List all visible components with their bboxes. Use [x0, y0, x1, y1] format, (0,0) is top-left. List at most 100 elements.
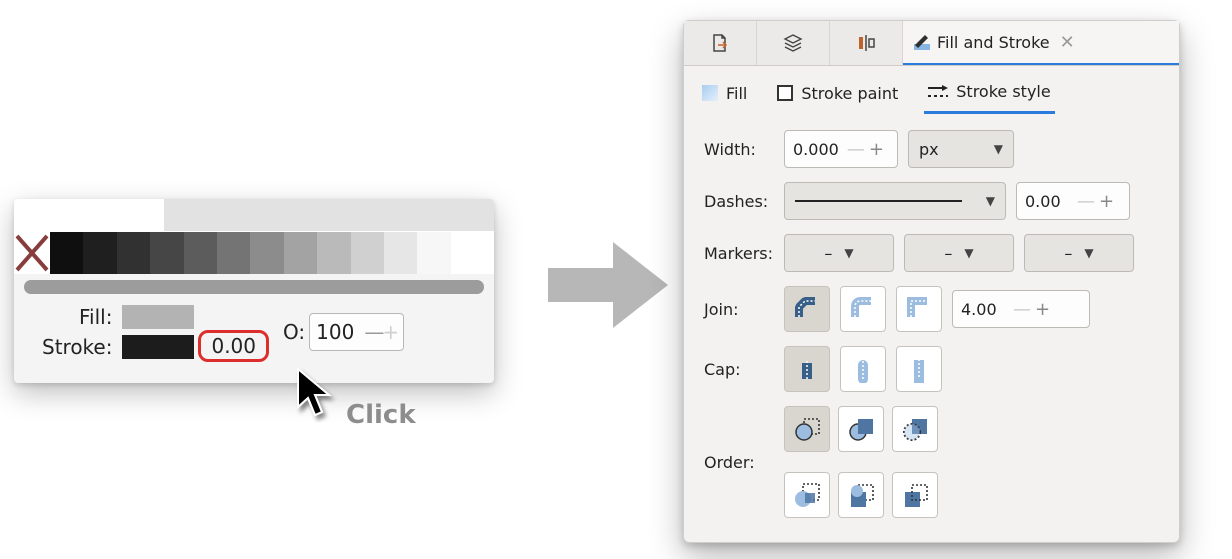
align-distribute-icon	[856, 33, 876, 53]
close-icon[interactable]: ✕	[1056, 32, 1075, 53]
miter-limit-stepper[interactable]: —+	[1013, 299, 1050, 320]
swatch[interactable]	[50, 232, 83, 274]
join-bevel-button[interactable]	[784, 286, 830, 332]
cap-butt-icon	[793, 355, 821, 383]
order-option-4[interactable]	[784, 472, 830, 518]
order-icon	[901, 415, 929, 443]
chevron-down-icon: ▼	[986, 194, 995, 208]
swatch[interactable]	[150, 232, 183, 274]
order-icon	[793, 415, 821, 443]
swatch[interactable]	[451, 232, 494, 274]
order-option-2[interactable]	[838, 406, 884, 452]
palette-top-strip	[14, 199, 494, 231]
dialog-toolbar: Fill and Stroke ✕	[684, 21, 1179, 66]
swatch[interactable]	[284, 232, 317, 274]
width-label: Width:	[704, 140, 784, 159]
dashes-label: Dashes:	[704, 192, 784, 211]
order-icon	[793, 481, 821, 509]
click-annotation: Click	[346, 400, 416, 430]
cap-label: Cap:	[704, 360, 784, 379]
swatch[interactable]	[184, 232, 217, 274]
tool-tab-1[interactable]	[684, 21, 757, 65]
marker-mid-select[interactable]: – ▼	[904, 234, 1014, 272]
fill-icon	[702, 85, 718, 101]
join-round-icon	[849, 295, 877, 323]
swatch[interactable]	[250, 232, 283, 274]
opacity-spinbox[interactable]: 100 —+	[309, 313, 404, 351]
miter-limit-spinbox[interactable]: 4.00 —+	[952, 290, 1090, 328]
order-icon	[901, 481, 929, 509]
subtab-stroke-style[interactable]: Stroke style	[924, 76, 1054, 114]
chevron-down-icon: ▼	[1084, 246, 1093, 260]
join-miter-icon	[905, 295, 933, 323]
width-unit-select[interactable]: px ▼	[908, 130, 1014, 168]
width-stepper[interactable]: —+	[847, 139, 884, 160]
order-option-3[interactable]	[892, 406, 938, 452]
swatch[interactable]	[83, 232, 116, 274]
subtab-fill-label: Fill	[726, 84, 747, 103]
chevron-down-icon: ▼	[844, 246, 853, 260]
width-spinbox[interactable]: 0.000 —+	[784, 130, 898, 168]
palette-scrollbar[interactable]	[24, 280, 484, 294]
stroke-paint-icon	[777, 85, 793, 101]
arrow-icon	[543, 230, 673, 344]
fill-and-stroke-tab[interactable]: Fill and Stroke ✕	[903, 21, 1179, 65]
opacity-stepper[interactable]: —+	[364, 320, 397, 344]
width-value: 0.000	[793, 140, 839, 159]
cap-square-button[interactable]	[896, 346, 942, 392]
dash-pattern-select[interactable]: ▼	[784, 182, 1006, 220]
swatch[interactable]	[351, 232, 384, 274]
markers-label: Markers:	[704, 244, 784, 263]
fill-swatch[interactable]	[122, 305, 194, 329]
subtab-stroke-paint-label: Stroke paint	[801, 84, 898, 103]
dash-offset-value: 0.00	[1025, 192, 1069, 211]
tool-tab-3[interactable]	[830, 21, 903, 65]
stroke-width-indicator[interactable]: 0.00	[198, 330, 269, 362]
swatch[interactable]	[217, 232, 250, 274]
chevron-down-icon: ▼	[964, 246, 973, 260]
palette-scrollbar-thumb[interactable]	[24, 280, 484, 294]
cap-square-icon	[905, 355, 933, 383]
swatch[interactable]	[317, 232, 350, 274]
dash-preview-line	[795, 200, 962, 202]
order-option-5[interactable]	[838, 472, 884, 518]
dash-offset-spinbox[interactable]: 0.00 —+	[1016, 182, 1130, 220]
layers-icon	[782, 33, 804, 53]
miter-limit-value: 4.00	[961, 300, 1005, 319]
join-round-button[interactable]	[840, 286, 886, 332]
join-bevel-icon	[793, 295, 821, 323]
marker-none-icon: –	[944, 244, 952, 263]
opacity-value: 100	[316, 320, 354, 344]
width-unit-value: px	[919, 140, 939, 159]
palette-panel: Fill: Stroke: 0.00 O: 100 —+	[14, 199, 494, 383]
order-option-1[interactable]	[784, 406, 830, 452]
palette-swatch-row	[14, 231, 494, 274]
cap-round-button[interactable]	[840, 346, 886, 392]
chevron-down-icon: ▼	[994, 142, 1003, 156]
tool-tab-2[interactable]	[757, 21, 830, 65]
subtab-fill[interactable]: Fill	[698, 78, 751, 113]
subtab-stroke-paint[interactable]: Stroke paint	[773, 78, 902, 113]
cap-round-icon	[849, 355, 877, 383]
stroke-swatch[interactable]	[122, 335, 194, 359]
stroke-label: Stroke:	[42, 335, 112, 359]
join-miter-button[interactable]	[896, 286, 942, 332]
subtab-bar: Fill Stroke paint Stroke style	[684, 66, 1179, 114]
marker-end-select[interactable]: – ▼	[1024, 234, 1134, 272]
order-icon	[847, 481, 875, 509]
marker-none-icon: –	[824, 244, 832, 263]
stroke-style-icon	[928, 85, 948, 99]
fill-label: Fill:	[79, 305, 112, 329]
opacity-label: O:	[283, 320, 305, 344]
swatch[interactable]	[384, 232, 417, 274]
swatch[interactable]	[117, 232, 150, 274]
marker-start-select[interactable]: – ▼	[784, 234, 894, 272]
cap-butt-button[interactable]	[784, 346, 830, 392]
swatch[interactable]	[417, 232, 450, 274]
subtab-stroke-style-label: Stroke style	[956, 82, 1050, 101]
order-option-6[interactable]	[892, 472, 938, 518]
dash-offset-stepper[interactable]: —+	[1077, 191, 1114, 212]
no-color-swatch[interactable]	[14, 232, 50, 274]
order-label: Order:	[704, 453, 784, 472]
brush-icon	[913, 33, 931, 51]
